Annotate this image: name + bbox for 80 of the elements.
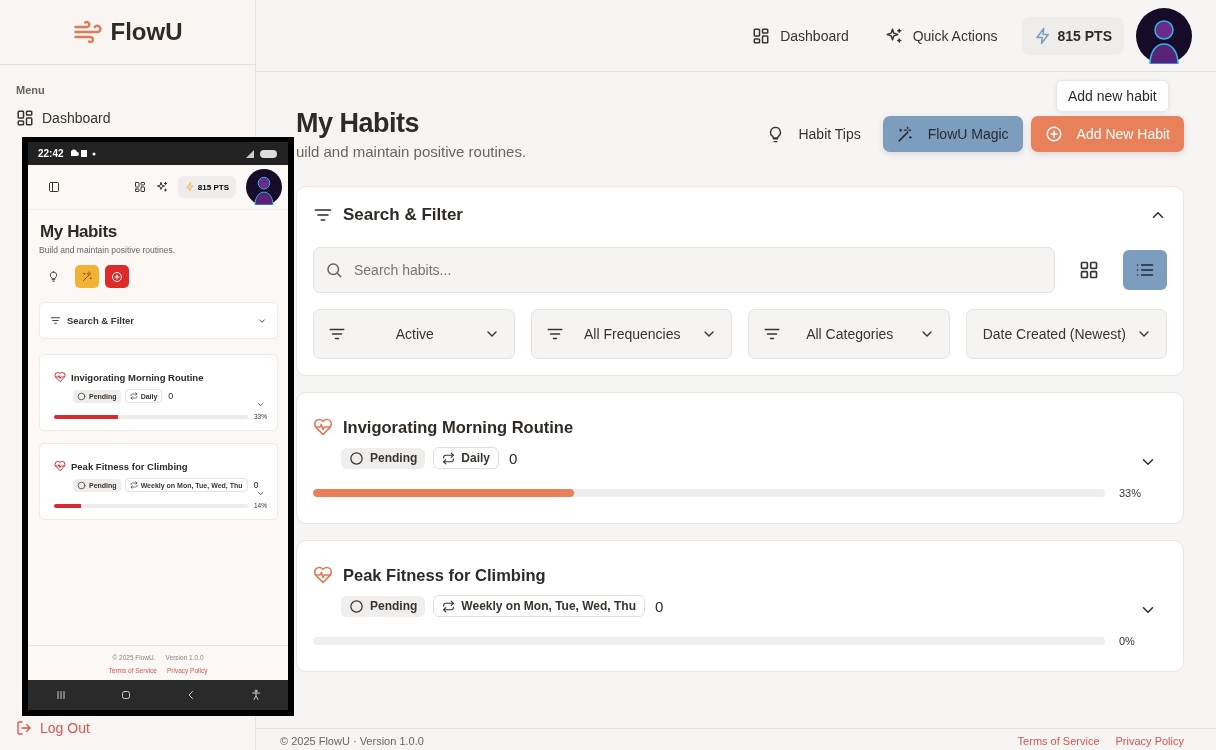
magic-button[interactable]: FlowU Magic (882, 116, 1023, 152)
circle-icon (349, 598, 364, 614)
circle-icon (349, 450, 364, 466)
heart-pulse-icon (54, 371, 66, 383)
sidebar-toggle-icon (48, 181, 60, 193)
search-field[interactable]: Search habits... (313, 247, 1055, 293)
magic-wand-icon (81, 271, 93, 282)
list-view-button[interactable] (1123, 250, 1167, 290)
home-icon[interactable] (119, 689, 132, 701)
repeat-icon (442, 599, 456, 613)
completion-count: 0 (168, 391, 174, 401)
status-tag: Pending (341, 447, 426, 469)
frequency-tag: Daily (433, 447, 500, 469)
plus-circle-icon (1044, 125, 1063, 143)
habit-title: Peak Fitness for Climbing (71, 460, 188, 472)
status-time: 22:42 (38, 148, 64, 159)
footer-link[interactable]: Privacy Policy (1115, 735, 1184, 747)
dashboard-icon (16, 109, 34, 127)
lightning-icon (1033, 26, 1052, 45)
heart-pulse-icon (313, 417, 333, 437)
quick-actions-button[interactable]: Quick Actions (872, 18, 1010, 53)
signal-battery-icon (244, 148, 278, 159)
repeat-icon (129, 392, 138, 400)
tooltip: Add new habit (1056, 80, 1169, 112)
heart-pulse-icon (313, 565, 333, 585)
accessibility-icon[interactable] (249, 689, 262, 701)
dropdown[interactable]: All Categories (748, 309, 950, 359)
circle-icon (77, 480, 86, 490)
completion-count: 0 (655, 597, 664, 615)
habit-title: Peak Fitness for Climbing (343, 565, 546, 585)
dashboard-icon (752, 26, 771, 45)
add-habit-button[interactable] (105, 265, 129, 288)
status-tag: Pending (341, 595, 426, 617)
habit-card[interactable]: Peak Fitness for Climbing Pending Weekly on Mon, Tue, Wed, Thu 0 0% (296, 540, 1184, 672)
app-logo-text: FlowU (110, 18, 183, 46)
filter-title: Search & Filter (343, 205, 464, 225)
sidebar-item[interactable]: Dashboard (8, 104, 247, 132)
grid-view-icon (1079, 260, 1099, 280)
avatar-icon[interactable] (1136, 7, 1192, 64)
habit-tips-button[interactable]: Habit Tips (753, 116, 875, 152)
sparkles-icon (155, 181, 168, 193)
dashboard-icon (133, 181, 146, 193)
circle-icon (77, 391, 86, 401)
magic-button[interactable] (75, 265, 99, 288)
dropdown[interactable]: Active (313, 309, 515, 359)
dropdown[interactable]: All Frequencies (530, 309, 732, 359)
lightning-icon (184, 182, 195, 192)
filter-card[interactable]: Search & Filter (39, 302, 278, 339)
completion-count: 0 (509, 449, 518, 467)
dashboard-link[interactable]: Dashboard (740, 18, 861, 53)
filter-title: Search & Filter (67, 315, 136, 326)
habit-title: Invigorating Morning Routine (343, 417, 574, 437)
habit-title: Invigorating Morning Routine (71, 371, 204, 383)
sparkles-icon (884, 26, 903, 45)
avatar-icon[interactable] (246, 169, 282, 205)
progress-percent: 0% (1119, 635, 1136, 647)
points-badge[interactable]: 815 PTS (1021, 16, 1124, 55)
page-title: My Habits (40, 222, 118, 242)
habit-card[interactable]: Invigorating Morning Routine Pending Daily 0 33% (296, 392, 1184, 524)
menu-heading: Menu (16, 84, 46, 96)
lightbulb-icon (47, 271, 59, 282)
progress-percent: 33% (1119, 487, 1143, 499)
page-subtitle: Build and maintain positive routines. (39, 245, 177, 255)
magic-wand-icon (896, 125, 914, 143)
footer-copyright: © 2025 FlowU · Version 1.0.0 (280, 735, 424, 747)
repeat-icon (129, 481, 138, 489)
dropdown[interactable]: Date Created (Newest) (965, 309, 1167, 359)
heart-pulse-icon (54, 460, 66, 472)
points-badge[interactable]: 815 PTS (177, 176, 236, 198)
filter-icon (50, 315, 61, 326)
logout-icon (16, 720, 32, 736)
completion-count: 0 (253, 480, 259, 490)
plus-circle-icon (111, 270, 123, 283)
frequency-tag: Weekly on Mon, Tue, Wed, Thu (433, 595, 646, 617)
recent-apps-icon[interactable] (54, 689, 67, 701)
page-subtitle: uild and maintain positive routines. (296, 143, 527, 160)
page-title: My Habits (296, 108, 421, 139)
logout-button[interactable]: Log Out (0, 720, 255, 750)
footer-link[interactable]: Terms of Service (1017, 735, 1100, 747)
repeat-icon (442, 451, 456, 465)
